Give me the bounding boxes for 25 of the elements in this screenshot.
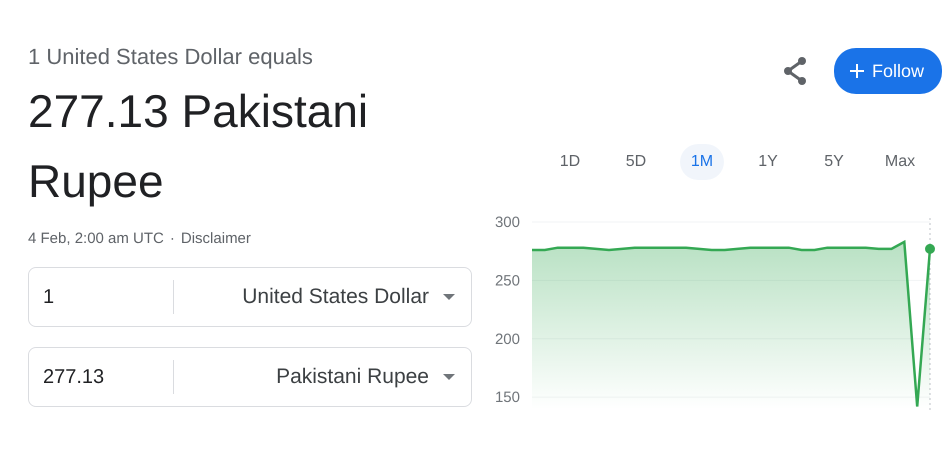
timestamp: 4 Feb, 2:00 am UTC (28, 230, 164, 247)
range-tab[interactable]: 5Y (812, 144, 856, 180)
range-tab[interactable]: 1M (680, 144, 724, 180)
axis-label: 250 (494, 272, 520, 290)
plus-icon (850, 64, 864, 78)
axis-label: 300 (494, 214, 520, 231)
range-tab[interactable]: Max (878, 144, 922, 180)
follow-button[interactable]: Follow (834, 48, 942, 94)
range-tab[interactable]: 5D (614, 144, 658, 180)
axis-label: 200 (494, 330, 520, 348)
separator: · (170, 230, 175, 247)
amount-field[interactable]: 277.13 (29, 360, 174, 394)
caret-icon (443, 374, 455, 380)
share-icon[interactable] (782, 56, 808, 86)
disclaimer-link[interactable]: Disclaimer (180, 230, 251, 247)
axis-label: 150 (494, 389, 520, 406)
conversion-result: 277.13 Pakistani Rupee (28, 84, 370, 209)
range-tab[interactable]: 1Y (746, 144, 790, 180)
currency-dropdown[interactable]: Pakistani Rupee (174, 365, 471, 389)
current-point (925, 244, 935, 254)
amount-field[interactable]: 1 (29, 280, 174, 314)
caret-icon (443, 294, 455, 300)
conversion-headline: 1 United States Dollar equals (28, 44, 314, 70)
currency-dropdown[interactable]: United States Dollar (174, 285, 471, 309)
range-tab[interactable]: 1D (548, 144, 592, 180)
